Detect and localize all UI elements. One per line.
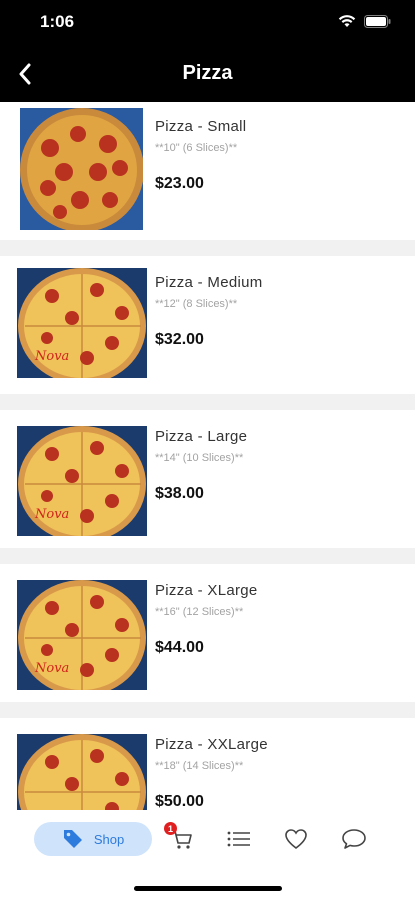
status-bar: 1:06 [0, 0, 415, 46]
nav-bar: Pizza [0, 46, 415, 102]
product-price: $50.00 [155, 793, 204, 810]
tab-shop[interactable]: Shop [34, 822, 152, 856]
page-title: Pizza [182, 62, 233, 84]
product-price: $23.00 [155, 175, 204, 192]
tab-cart[interactable]: 1 [164, 822, 198, 856]
product-image: Nova [17, 426, 147, 536]
status-time: 1:06 [40, 12, 75, 31]
product-item-large[interactable]: Nova Pizza - Large **14" (10 Slices)** $… [0, 410, 415, 548]
product-name: Pizza - Small [155, 118, 247, 135]
status-icons [338, 14, 391, 33]
list-icon [227, 831, 250, 847]
tag-icon [63, 830, 82, 848]
svg-text:Nova: Nova [34, 507, 69, 522]
divider [0, 394, 415, 410]
product-list[interactable]: Pizza - Small **10" (6 Slices)** $23.00 … [0, 102, 415, 810]
cart-badge: 1 [164, 822, 177, 835]
product-image [17, 734, 147, 810]
product-item-xlarge[interactable]: Nova Pizza - XLarge **16" (12 Slices)** … [0, 564, 415, 702]
chat-icon [342, 829, 366, 849]
product-description: **16" (12 Slices)** [155, 606, 244, 618]
battery-icon [364, 14, 391, 33]
product-name: Pizza - Medium [155, 274, 263, 291]
product-image: Nova [17, 268, 147, 378]
svg-text:Nova: Nova [34, 661, 69, 676]
product-name: Pizza - XLarge [155, 582, 258, 599]
divider [0, 240, 415, 256]
tab-shop-label: Shop [93, 831, 125, 847]
product-price: $44.00 [155, 639, 204, 656]
product-price: $38.00 [155, 485, 204, 502]
product-image [20, 108, 143, 230]
product-description: **18" (14 Slices)** [155, 760, 244, 772]
divider [0, 548, 415, 564]
product-item-small[interactable]: Pizza - Small **10" (6 Slices)** $23.00 [0, 102, 415, 236]
tab-list[interactable] [224, 822, 254, 856]
heart-icon [285, 829, 307, 850]
product-price: $32.00 [155, 331, 204, 348]
svg-text:Nova: Nova [34, 349, 69, 364]
product-description: **14" (10 Slices)** [155, 452, 244, 464]
product-image: Nova [17, 580, 147, 690]
product-name: Pizza - XXLarge [155, 736, 268, 753]
divider [0, 702, 415, 718]
product-description: **12" (8 Slices)** [155, 298, 238, 310]
product-name: Pizza - Large [155, 428, 248, 445]
home-indicator [134, 886, 282, 891]
tab-favorites[interactable] [281, 822, 311, 856]
tab-chat[interactable] [338, 822, 370, 856]
wifi-icon [338, 14, 356, 33]
product-item-medium[interactable]: Nova Pizza - Medium **12" (8 Slices)** $… [0, 256, 415, 394]
product-description: **10" (6 Slices)** [155, 142, 238, 154]
product-item-xxlarge[interactable]: Pizza - XXLarge **18" (14 Slices)** $50.… [0, 718, 415, 810]
